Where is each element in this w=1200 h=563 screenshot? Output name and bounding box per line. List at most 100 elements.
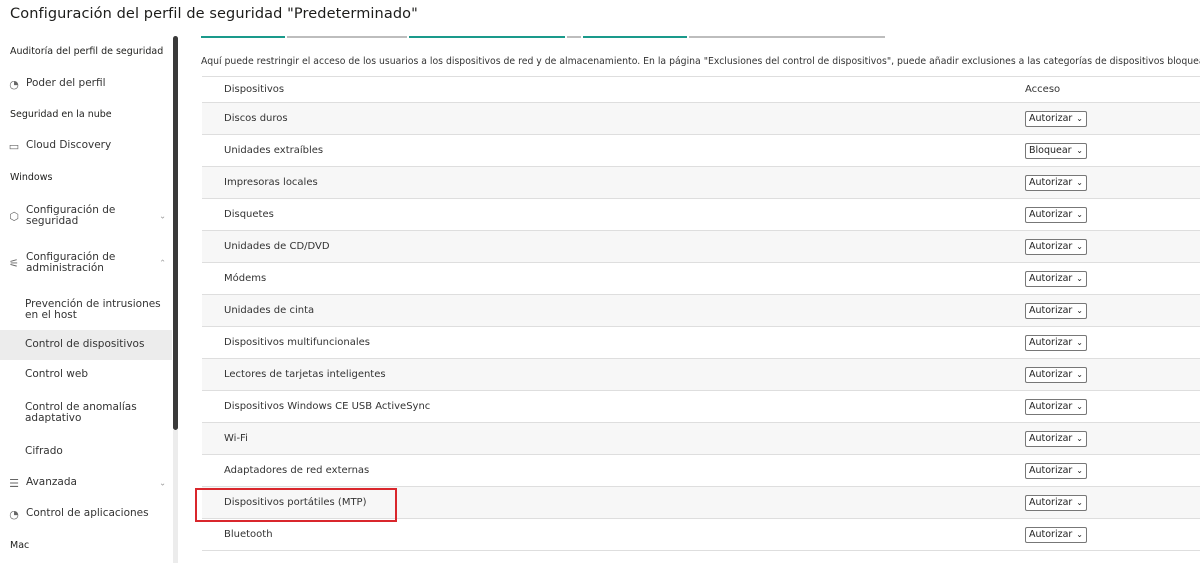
access-cell: Autorizar ⌄ <box>1025 302 1087 319</box>
sidebar-item-avanzada[interactable]: ☰ Avanzada ⌄ <box>0 468 172 498</box>
chevron-up-icon: ⌃ <box>159 258 166 268</box>
sidebar-item-label: Configuración de administración <box>26 250 116 274</box>
device-name: Discos duros <box>224 113 288 124</box>
access-cell: Autorizar ⌄ <box>1025 526 1087 543</box>
sidebar-item-label: Auditoría del perfil de seguridad <box>10 46 164 58</box>
sidebar-item-configuracion-de-administracion[interactable]: ⚟ Configuración de administración ⌃ <box>0 238 172 288</box>
sidebar-item-cloud-discovery[interactable]: ▭ Cloud Discovery <box>0 130 172 162</box>
chevron-down-icon: ⌄ <box>1076 338 1083 347</box>
chevron-down-icon: ⌄ <box>1076 370 1083 379</box>
sidebar-item-prevencion-de-intrusiones-en-el-host[interactable]: Prevención de intrusiones en el host <box>0 288 172 332</box>
device-name: Disquetes <box>224 209 274 220</box>
access-select[interactable]: Autorizar ⌄ <box>1025 270 1087 287</box>
device-name: Módems <box>224 273 267 284</box>
access-select[interactable]: Autorizar ⌄ <box>1025 174 1087 191</box>
chevron-down-icon: ⌄ <box>1076 306 1083 315</box>
table-header-row: Dispositivos Acceso <box>202 77 1200 103</box>
link-cutoff-3[interactable] <box>583 36 687 38</box>
sidebar-item-label: Avanzada <box>26 476 77 489</box>
access-cell: Autorizar ⌄ <box>1025 174 1087 191</box>
list-icon: ☰ <box>9 476 19 490</box>
access-cell: Autorizar ⌄ <box>1025 206 1087 223</box>
access-select-value: Autorizar <box>1029 113 1073 124</box>
access-select[interactable]: Autorizar ⌄ <box>1025 494 1087 511</box>
access-select[interactable]: Autorizar ⌄ <box>1025 366 1087 383</box>
access-select[interactable]: Autorizar ⌄ <box>1025 526 1087 543</box>
access-select-value: Autorizar <box>1029 337 1073 348</box>
device-name: Wi-Fi <box>224 433 248 444</box>
sidebar-item-label: Prevención de intrusiones en el host <box>25 297 161 321</box>
page-title: Configuración del perfil de seguridad "P… <box>10 6 418 22</box>
sidebar-item-cifrado[interactable]: Cifrado <box>0 436 172 468</box>
access-select[interactable]: Autorizar ⌄ <box>1025 430 1087 447</box>
access-select[interactable]: Autorizar ⌄ <box>1025 206 1087 223</box>
chevron-down-icon: ⌄ <box>159 211 166 221</box>
sidebar: Auditoría del perfil de seguridad ◔ Poder … <box>0 36 176 563</box>
sidebar-item-label: Cifrado <box>25 445 63 458</box>
table-row: Wi-Fi Autorizar ⌄ <box>202 423 1200 455</box>
sidebar-item-label: Mac <box>10 540 30 552</box>
table-row: Unidades de cinta Autorizar ⌄ <box>202 295 1200 327</box>
column-header-access: Acceso <box>1025 84 1061 95</box>
chevron-down-icon: ⌄ <box>1076 146 1083 155</box>
text-cutoff-2 <box>567 36 581 38</box>
chevron-down-icon: ⌄ <box>1076 530 1083 539</box>
sidebar-item-label: Cloud Discovery <box>26 139 112 152</box>
table-row: Lectores de tarjetas inteligentes Autoriz… <box>202 359 1200 391</box>
sidebar-section-auditoria-del-perfil-de-seguridad: Auditoría del perfil de seguridad <box>0 36 172 68</box>
device-name: Lectores de tarjetas inteligentes <box>224 369 386 380</box>
sidebar-scrollbar-track[interactable] <box>173 430 178 563</box>
access-cell: Autorizar ⌄ <box>1025 334 1087 351</box>
access-cell: Autorizar ⌄ <box>1025 238 1087 255</box>
sidebar-scrollbar-thumb[interactable] <box>173 36 178 430</box>
access-select[interactable]: Bloquear ⌄ <box>1025 142 1087 159</box>
access-select[interactable]: Autorizar ⌄ <box>1025 238 1087 255</box>
sidebar-section-seguridad-en-la-nube: Seguridad en la nube <box>0 100 172 130</box>
sidebar-item-control-de-aplicaciones[interactable]: ◔ Control de aplicaciones <box>0 498 172 530</box>
text-cutoff-3 <box>689 36 885 38</box>
sidebar-item-label: Control de anomalías adaptativo <box>25 400 137 424</box>
access-cell: Autorizar ⌄ <box>1025 398 1087 415</box>
access-select-value: Autorizar <box>1029 433 1073 444</box>
table-row: Discos duros Autorizar ⌄ <box>202 103 1200 135</box>
access-select-value: Autorizar <box>1029 241 1073 252</box>
access-select[interactable]: Autorizar ⌄ <box>1025 110 1087 127</box>
link-cutoff-2[interactable] <box>409 36 565 38</box>
sidebar-item-label: Seguridad en la nube <box>10 109 112 121</box>
sidebar-item-configuracion-de-seguridad[interactable]: ⬡ Configuración de seguridad ⌄ <box>0 194 172 238</box>
access-select[interactable]: Autorizar ⌄ <box>1025 302 1087 319</box>
link-cutoff-1[interactable] <box>201 36 285 38</box>
profile-power-icon: ◔ <box>9 77 19 91</box>
chevron-down-icon: ⌄ <box>1076 498 1083 507</box>
sidebar-item-control-web[interactable]: Control web <box>0 360 172 390</box>
device-name: Unidades de CD/DVD <box>224 241 330 252</box>
table-row: Módems Autorizar ⌄ <box>202 263 1200 295</box>
device-name: Dispositivos Windows CE USB ActiveSync <box>224 401 431 412</box>
access-select-value: Autorizar <box>1029 529 1073 540</box>
access-cell: Autorizar ⌄ <box>1025 366 1087 383</box>
table-row: Impresoras locales Autorizar ⌄ <box>202 167 1200 199</box>
access-cell: Autorizar ⌄ <box>1025 494 1087 511</box>
access-select[interactable]: Autorizar ⌄ <box>1025 398 1087 415</box>
sidebar-item-control-de-anomalias-adaptativo[interactable]: Control de anomalías adaptativo <box>0 390 172 436</box>
monitor-icon: ▭ <box>8 139 20 153</box>
access-select-value: Autorizar <box>1029 305 1073 316</box>
sidebar-item-label: Control web <box>25 368 89 381</box>
chevron-down-icon: ⌄ <box>1076 114 1083 123</box>
table-row: Dispositivos Windows CE USB ActiveSync Au… <box>202 391 1200 423</box>
main-content: Aquí puede restringir el acceso de los u… <box>195 36 1200 563</box>
access-select[interactable]: Autorizar ⌄ <box>1025 334 1087 351</box>
access-select-value: Autorizar <box>1029 369 1073 380</box>
table-row: Dispositivos multifuncionales Autorizar ⌄ <box>202 327 1200 359</box>
access-select-value: Autorizar <box>1029 177 1073 188</box>
sidebar-item-control-de-dispositivos[interactable]: Control de dispositivos <box>0 330 172 360</box>
sidebar-item-poder-del-perfil[interactable]: ◔ Poder del perfil <box>0 68 172 100</box>
device-name: Adaptadores de red externas <box>224 465 370 476</box>
sidebar-item-label: Control de dispositivos <box>25 338 145 351</box>
description-text: Aquí puede restringir el acceso de los u… <box>201 56 1200 67</box>
chevron-down-icon: ⌄ <box>1076 242 1083 251</box>
device-name: Dispositivos multifuncionales <box>224 337 371 348</box>
column-header-devices: Dispositivos <box>224 84 285 95</box>
access-select[interactable]: Autorizar ⌄ <box>1025 462 1087 479</box>
access-select-value: Autorizar <box>1029 209 1073 220</box>
